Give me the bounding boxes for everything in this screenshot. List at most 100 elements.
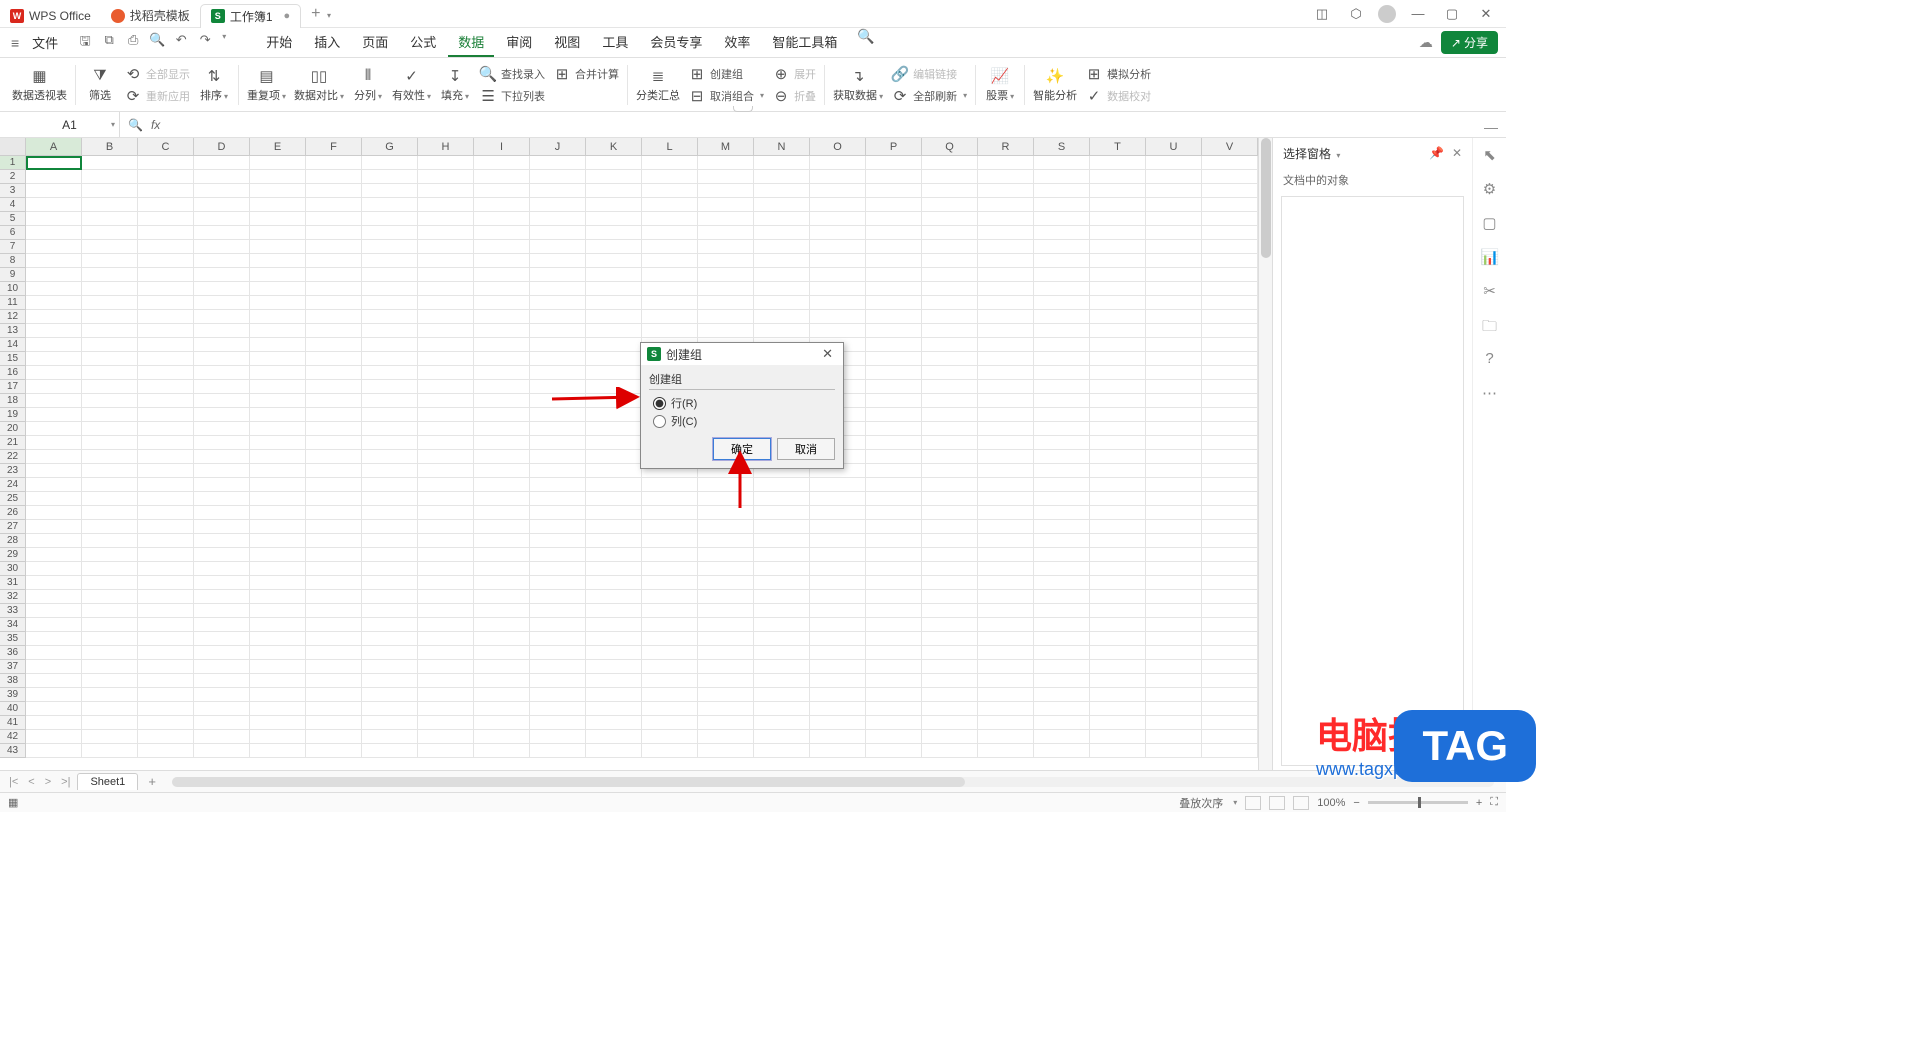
- row-header[interactable]: 14: [0, 338, 25, 352]
- zoom-fx-icon[interactable]: 🔍: [128, 118, 143, 132]
- row-header[interactable]: 41: [0, 716, 25, 730]
- row-header[interactable]: 12: [0, 310, 25, 324]
- row-header[interactable]: 10: [0, 282, 25, 296]
- print-icon[interactable]: ⎙: [124, 32, 142, 54]
- name-box[interactable]: A1 ▾: [20, 112, 120, 137]
- col-header[interactable]: R: [978, 138, 1034, 155]
- consolidate-button[interactable]: ⊞合并计算: [549, 64, 623, 84]
- save-icon[interactable]: 🖫: [76, 32, 94, 54]
- hamburger-icon[interactable]: ≡: [8, 35, 22, 51]
- scroll-thumb[interactable]: [172, 777, 965, 787]
- col-radio[interactable]: 列(C): [649, 412, 835, 430]
- close-button[interactable]: ✕: [1474, 6, 1498, 22]
- col-header[interactable]: L: [642, 138, 698, 155]
- undo-icon[interactable]: ↶: [172, 32, 190, 54]
- share-button[interactable]: ↗ 分享: [1441, 31, 1498, 54]
- tools-icon[interactable]: ✂: [1481, 282, 1499, 300]
- select-all-corner[interactable]: [0, 138, 26, 155]
- sheet-nav-last[interactable]: >|: [58, 776, 73, 788]
- validity-button[interactable]: ✓有效性▾: [388, 65, 435, 105]
- chevron-down-icon[interactable]: ▾: [222, 32, 226, 54]
- view-page-icon[interactable]: [1269, 796, 1285, 810]
- dialog-close-icon[interactable]: ✕: [818, 346, 837, 362]
- reapply-button[interactable]: ⟳重新应用: [120, 86, 194, 106]
- status-icon[interactable]: ▦: [8, 796, 18, 809]
- getdata-button[interactable]: ↴获取数据▾: [829, 65, 887, 105]
- minimize-button[interactable]: —: [1406, 6, 1430, 21]
- dropdown-button[interactable]: ☰下拉列表: [475, 86, 549, 106]
- taskpane-minimize-icon[interactable]: —: [1484, 119, 1506, 135]
- panel-icon[interactable]: ◫: [1310, 6, 1334, 22]
- subtotal-button[interactable]: ≣分类汇总: [632, 65, 684, 105]
- link-icon[interactable]: ⧉: [100, 32, 118, 54]
- preview-icon[interactable]: 🔍: [148, 32, 166, 54]
- tab-efficiency[interactable]: 效率: [714, 28, 760, 57]
- row-header[interactable]: 3: [0, 184, 25, 198]
- tab-close-icon[interactable]: ●: [284, 10, 291, 22]
- split-button[interactable]: ⫴分列▾: [348, 65, 388, 105]
- col-header[interactable]: K: [586, 138, 642, 155]
- document-tab[interactable]: S 工作簿1 ●: [200, 4, 301, 28]
- col-header[interactable]: T: [1090, 138, 1146, 155]
- row-header[interactable]: 30: [0, 562, 25, 576]
- row-header[interactable]: 35: [0, 632, 25, 646]
- col-header[interactable]: C: [138, 138, 194, 155]
- row-header[interactable]: 28: [0, 534, 25, 548]
- scroll-thumb[interactable]: [1261, 138, 1271, 258]
- row-header[interactable]: 37: [0, 660, 25, 674]
- row-header[interactable]: 1: [0, 156, 25, 170]
- row-header[interactable]: 36: [0, 646, 25, 660]
- zoom-in-icon[interactable]: +: [1476, 797, 1482, 809]
- row-header[interactable]: 5: [0, 212, 25, 226]
- compare-button[interactable]: ▯▯数据对比▾: [290, 65, 348, 105]
- help-icon[interactable]: ?: [1481, 350, 1499, 368]
- tab-insert[interactable]: 插入: [304, 28, 350, 57]
- refresh-button[interactable]: ⟳全部刷新▾: [887, 86, 971, 106]
- ribbon-expand-handle[interactable]: [733, 106, 753, 112]
- fx-icon[interactable]: fx: [151, 118, 160, 132]
- datacheck-button[interactable]: ✓数据校对: [1081, 86, 1155, 106]
- col-header[interactable]: N: [754, 138, 810, 155]
- sheet-nav-next[interactable]: >: [42, 776, 54, 788]
- row-header[interactable]: 38: [0, 674, 25, 688]
- col-header[interactable]: P: [866, 138, 922, 155]
- stocks-button[interactable]: 📈股票▾: [980, 65, 1020, 105]
- row-header[interactable]: 20: [0, 422, 25, 436]
- col-header[interactable]: I: [474, 138, 530, 155]
- row-header[interactable]: 23: [0, 464, 25, 478]
- row-header[interactable]: 2: [0, 170, 25, 184]
- row-header[interactable]: 27: [0, 520, 25, 534]
- editlinks-button[interactable]: 🔗编辑链接: [887, 64, 971, 84]
- file-menu[interactable]: 文件: [26, 33, 64, 52]
- dialog-titlebar[interactable]: S 创建组 ✕: [641, 343, 843, 365]
- row-radio[interactable]: 行(R): [649, 394, 835, 412]
- row-header[interactable]: 8: [0, 254, 25, 268]
- collapse-button[interactable]: ⊖折叠: [768, 86, 820, 106]
- col-radio-input[interactable]: [653, 415, 666, 428]
- cube-icon[interactable]: ⬡: [1344, 6, 1368, 22]
- col-header[interactable]: D: [194, 138, 250, 155]
- dup-button[interactable]: ▤重复项▾: [243, 65, 290, 105]
- tab-ai[interactable]: 智能工具箱: [762, 28, 847, 57]
- col-header[interactable]: J: [530, 138, 586, 155]
- col-header[interactable]: M: [698, 138, 754, 155]
- tab-page[interactable]: 页面: [352, 28, 398, 57]
- col-header[interactable]: F: [306, 138, 362, 155]
- ungroup-button[interactable]: ⊟取消组合▾: [684, 86, 768, 106]
- row-radio-input[interactable]: [653, 397, 666, 410]
- chevron-down-icon[interactable]: ▾: [111, 120, 115, 129]
- whatif-button[interactable]: ⊞模拟分析: [1081, 64, 1155, 84]
- col-header[interactable]: V: [1202, 138, 1258, 155]
- col-header[interactable]: B: [82, 138, 138, 155]
- cancel-button[interactable]: 取消: [777, 438, 835, 460]
- filter-button[interactable]: ⧩ 筛选: [80, 65, 120, 105]
- row-header[interactable]: 31: [0, 576, 25, 590]
- fullscreen-icon[interactable]: ⛶: [1490, 796, 1498, 809]
- col-header[interactable]: H: [418, 138, 474, 155]
- row-header[interactable]: 18: [0, 394, 25, 408]
- row-header[interactable]: 40: [0, 702, 25, 716]
- fill-button[interactable]: ↧填充▾: [435, 65, 475, 105]
- col-header[interactable]: E: [250, 138, 306, 155]
- col-header[interactable]: A: [26, 138, 82, 155]
- row-header[interactable]: 22: [0, 450, 25, 464]
